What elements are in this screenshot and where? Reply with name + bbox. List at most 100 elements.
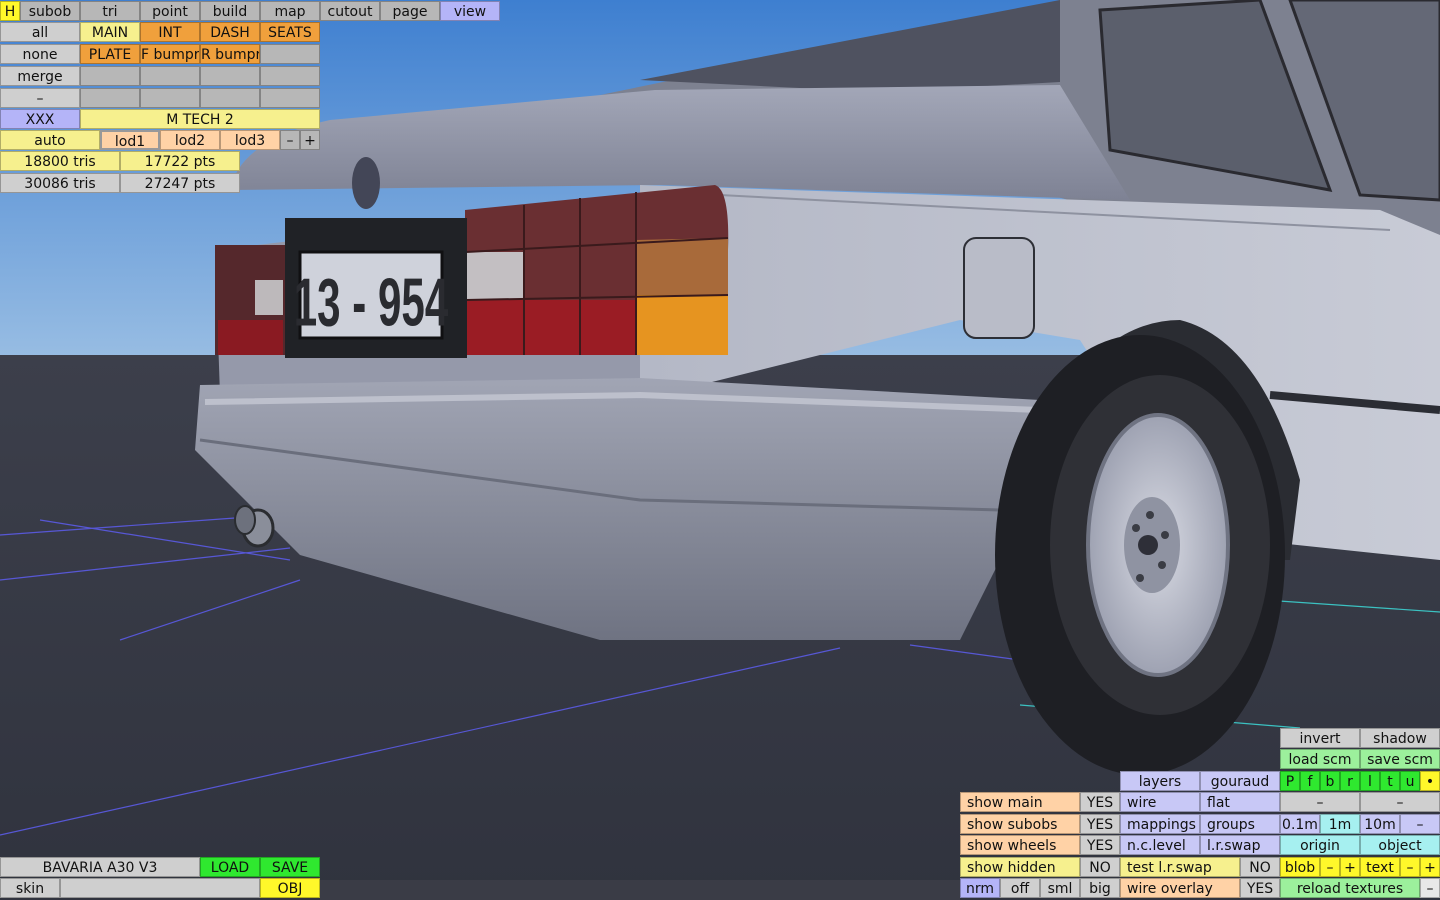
grid-1m-button[interactable]: 1m	[1320, 814, 1360, 834]
skin-name-field[interactable]	[60, 878, 260, 898]
text-minus-button[interactable]: –	[1400, 857, 1420, 877]
lod2-button[interactable]: lod2	[160, 130, 220, 150]
tab-cutout[interactable]: cutout	[320, 1, 380, 21]
point-count-total: 27247 pts	[120, 173, 240, 193]
select-none-button[interactable]: none	[0, 44, 80, 64]
subob-dash-button[interactable]: DASH	[200, 22, 260, 42]
subob-seats-button[interactable]: SEATS	[260, 22, 320, 42]
view-u-button[interactable]: u	[1400, 771, 1420, 791]
subob-empty-slot[interactable]	[80, 66, 140, 86]
grid-0-1m-button[interactable]: 0.1m	[1280, 814, 1320, 834]
tab-view[interactable]: view	[440, 1, 500, 21]
subob-empty-slot[interactable]	[260, 88, 320, 108]
view-t-button[interactable]: t	[1380, 771, 1400, 791]
reload-textures-button[interactable]: reload textures	[1280, 878, 1420, 898]
nc-level-button[interactable]: n.c.level	[1120, 835, 1200, 855]
off-mode-button[interactable]: off	[1000, 878, 1040, 898]
tab-point[interactable]: point	[140, 1, 200, 21]
flat-button[interactable]: flat	[1200, 792, 1280, 812]
subob-r-bumpr-button[interactable]: R bumpr	[200, 44, 260, 64]
grid-10m-button[interactable]: 10m	[1360, 814, 1400, 834]
blob-plus-button[interactable]: +	[1340, 857, 1360, 877]
big-mode-button[interactable]: big	[1080, 878, 1120, 898]
merge-button[interactable]: merge	[0, 66, 80, 86]
lod1-button[interactable]: lod1	[100, 130, 160, 150]
subob-empty-slot[interactable]	[260, 44, 320, 64]
show-main-label[interactable]: show main	[960, 792, 1080, 812]
show-wheels-toggle[interactable]: YES	[1080, 835, 1120, 855]
minus-button[interactable]: –	[0, 88, 80, 108]
view-b-button[interactable]: b	[1320, 771, 1340, 791]
xxx-button[interactable]: XXX	[0, 109, 80, 129]
tab-build[interactable]: build	[200, 1, 260, 21]
normal-mode-button[interactable]: nrm	[960, 878, 1000, 898]
object-button[interactable]: object	[1360, 835, 1440, 855]
reload-dash-button[interactable]: –	[1420, 878, 1440, 898]
license-plate-text: 13 - 954	[294, 265, 449, 341]
tab-h[interactable]: H	[0, 1, 20, 21]
triangle-count-lod: 18800 tris	[0, 151, 120, 171]
subob-int-button[interactable]: INT	[140, 22, 200, 42]
wire-overlay-label[interactable]: wire overlay	[1120, 878, 1240, 898]
save-button[interactable]: SAVE	[260, 857, 320, 877]
show-subobs-toggle[interactable]: YES	[1080, 814, 1120, 834]
show-hidden-toggle[interactable]: NO	[1080, 857, 1120, 877]
lod3-button[interactable]: lod3	[220, 130, 280, 150]
subob-plate-button[interactable]: PLATE	[80, 44, 140, 64]
small-mode-button[interactable]: sml	[1040, 878, 1080, 898]
subob-empty-slot[interactable]	[200, 88, 260, 108]
gouraud-button[interactable]: gouraud	[1200, 771, 1280, 791]
status-strip	[320, 880, 960, 900]
shadow-button[interactable]: shadow	[1360, 728, 1440, 748]
subob-empty-slot[interactable]	[80, 88, 140, 108]
dash-button-2[interactable]: –	[1360, 792, 1440, 812]
subob-empty-slot[interactable]	[140, 88, 200, 108]
lod-plus-button[interactable]: +	[300, 130, 320, 150]
view-p-button[interactable]: P	[1280, 771, 1300, 791]
view-l-button[interactable]: l	[1360, 771, 1380, 791]
blob-button[interactable]: blob	[1280, 857, 1320, 877]
show-hidden-label[interactable]: show hidden	[960, 857, 1080, 877]
load-scm-button[interactable]: load scm	[1280, 749, 1360, 769]
show-main-toggle[interactable]: YES	[1080, 792, 1120, 812]
triangle-count-total: 30086 tris	[0, 173, 120, 193]
test-lr-swap-toggle[interactable]: NO	[1240, 857, 1280, 877]
show-subobs-label[interactable]: show subobs	[960, 814, 1080, 834]
tab-tri[interactable]: tri	[80, 1, 140, 21]
test-lr-swap-label[interactable]: test l.r.swap	[1120, 857, 1240, 877]
view-r-button[interactable]: r	[1340, 771, 1360, 791]
view-dot-button[interactable]: •	[1420, 771, 1440, 791]
text-plus-button[interactable]: +	[1420, 857, 1440, 877]
invert-button[interactable]: invert	[1280, 728, 1360, 748]
show-wheels-label[interactable]: show wheels	[960, 835, 1080, 855]
tab-map[interactable]: map	[260, 1, 320, 21]
subob-empty-slot[interactable]	[200, 66, 260, 86]
obj-button[interactable]: OBJ	[260, 878, 320, 898]
save-scm-button[interactable]: save scm	[1360, 749, 1440, 769]
lr-swap-button[interactable]: l.r.swap	[1200, 835, 1280, 855]
lod-minus-button[interactable]: –	[280, 130, 300, 150]
wire-overlay-toggle[interactable]: YES	[1240, 878, 1280, 898]
tab-page[interactable]: page	[380, 1, 440, 21]
grid-dash-button[interactable]: –	[1400, 814, 1440, 834]
mappings-button[interactable]: mappings	[1120, 814, 1200, 834]
load-button[interactable]: LOAD	[200, 857, 260, 877]
view-f-button[interactable]: f	[1300, 771, 1320, 791]
layers-button[interactable]: layers	[1120, 771, 1200, 791]
skin-button[interactable]: skin	[0, 878, 60, 898]
text-button[interactable]: text	[1360, 857, 1400, 877]
wire-button[interactable]: wire	[1120, 792, 1200, 812]
subob-f-bumpr-button[interactable]: F bumpr	[140, 44, 200, 64]
subob-empty-slot[interactable]	[140, 66, 200, 86]
model-name-field[interactable]: BAVARIA A30 V3	[0, 857, 200, 877]
dash-button-1[interactable]: –	[1280, 792, 1360, 812]
blob-minus-button[interactable]: –	[1320, 857, 1340, 877]
origin-button[interactable]: origin	[1280, 835, 1360, 855]
subob-main-button[interactable]: MAIN	[80, 22, 140, 42]
groups-button[interactable]: groups	[1200, 814, 1280, 834]
tab-subob[interactable]: subob	[20, 1, 80, 21]
select-all-button[interactable]: all	[0, 22, 80, 42]
subobject-name-field[interactable]: M TECH 2	[80, 109, 320, 129]
subob-empty-slot[interactable]	[260, 66, 320, 86]
lod-auto-button[interactable]: auto	[0, 130, 100, 150]
